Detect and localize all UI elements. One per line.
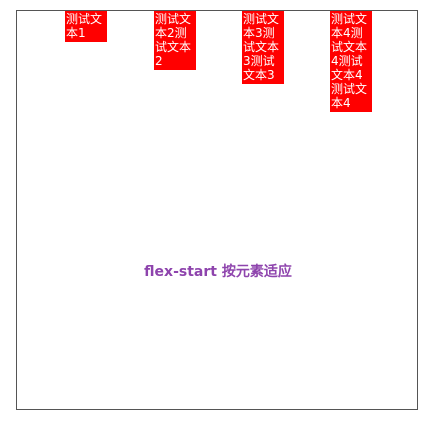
flex-item-4: 测试文本4测试文本4测试文本4测试文本4 <box>330 11 372 112</box>
flex-container: 测试文本1 测试文本2测试文本2 测试文本3测试文本3测试文本3 测试文本4测试… <box>16 10 418 410</box>
flex-item-3: 测试文本3测试文本3测试文本3 <box>242 11 284 84</box>
flex-item-1: 测试文本1 <box>65 11 107 42</box>
demo-caption: flex-start 按元素适应 <box>144 264 292 280</box>
flex-item-2: 测试文本2测试文本2 <box>154 11 196 70</box>
